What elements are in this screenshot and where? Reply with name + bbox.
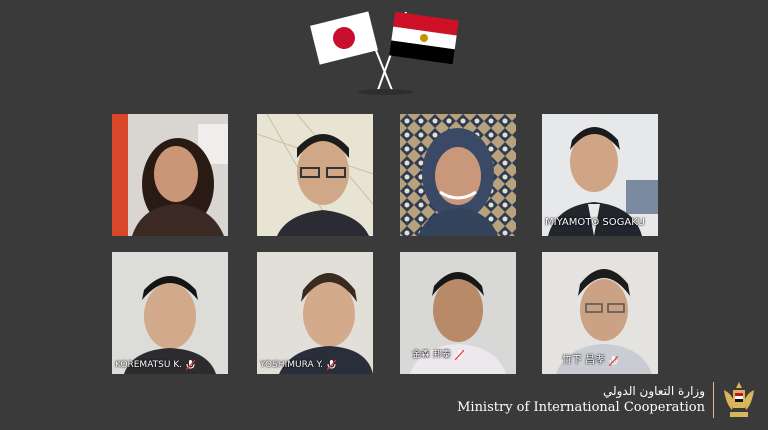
participant-tile[interactable]	[257, 114, 373, 236]
participant-tile[interactable]	[112, 114, 228, 236]
mic-muted-icon	[186, 360, 196, 370]
participant-tile[interactable]: 金森 邦泰	[400, 252, 516, 374]
ministry-name-arabic: وزارة التعاون الدولي	[602, 384, 705, 398]
logo-divider	[713, 382, 714, 418]
participant-name: 竹下 昌孝	[562, 356, 619, 366]
participant-tile[interactable]: KOREMATSU K.	[112, 252, 228, 374]
participant-tile[interactable]: MIYAMOTO SOGAKU	[542, 114, 658, 236]
japan-egypt-flags	[306, 4, 466, 96]
participant-name: YOSHIMURA Y.	[260, 360, 337, 370]
participant-tile[interactable]	[400, 114, 516, 236]
ministry-logo: وزارة التعاون الدولي Ministry of Interna…	[457, 376, 756, 424]
ministry-name-english: Ministry of International Cooperation	[457, 400, 705, 415]
participant-name: KOREMATSU K.	[115, 360, 196, 370]
participant-tile[interactable]: YOSHIMURA Y.	[257, 252, 373, 374]
participant-name: MIYAMOTO SOGAKU	[545, 217, 645, 228]
participant-tile[interactable]: 竹下 昌孝	[542, 252, 658, 374]
participant-name: 金森 邦泰	[412, 350, 464, 360]
mic-muted-icon	[454, 350, 464, 360]
egypt-flag-icon	[389, 11, 459, 65]
mic-muted-icon	[327, 360, 337, 370]
japan-flag-icon	[310, 11, 378, 65]
eagle-emblem-icon	[722, 380, 756, 420]
mic-muted-icon	[609, 356, 619, 366]
